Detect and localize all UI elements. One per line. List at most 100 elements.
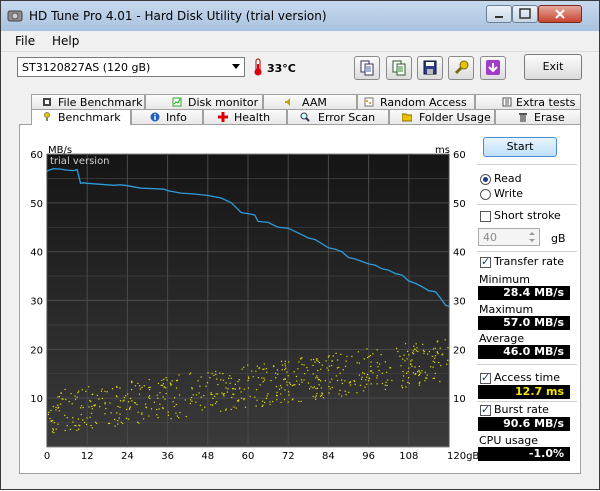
access-time-point xyxy=(231,388,234,390)
access-time-point xyxy=(74,395,76,397)
access-time-point xyxy=(78,390,80,392)
access-time-point xyxy=(327,369,329,371)
access-time-point xyxy=(444,339,446,341)
transfer-rate-checkbox[interactable] xyxy=(480,255,491,268)
access-time-point xyxy=(117,423,119,425)
access-time-point xyxy=(415,343,417,345)
access-time-point xyxy=(110,412,112,414)
access-time-point xyxy=(131,381,133,384)
access-time-point xyxy=(427,353,429,355)
access-time-point xyxy=(80,413,82,416)
access-time-point xyxy=(269,403,271,406)
access-time-point xyxy=(95,421,97,423)
write-radio[interactable] xyxy=(480,189,491,200)
access-time-point xyxy=(141,386,143,389)
access-time-point xyxy=(95,422,98,425)
access-time-point xyxy=(160,384,162,386)
access-time-point xyxy=(321,364,323,366)
start-button[interactable]: Start xyxy=(483,137,557,157)
access-time-point xyxy=(402,380,404,382)
access-time-point xyxy=(209,377,211,379)
access-time-point xyxy=(52,429,54,431)
access-time-point xyxy=(139,388,141,390)
access-time-point xyxy=(338,393,340,395)
access-time-point xyxy=(91,408,93,410)
access-time-point xyxy=(316,387,319,389)
access-time-point xyxy=(216,378,218,380)
access-time-point xyxy=(276,399,278,401)
access-time-point xyxy=(90,424,92,427)
read-radio[interactable] xyxy=(480,174,491,185)
access-time-point xyxy=(81,405,83,407)
access-time-point xyxy=(104,402,106,404)
access-time-point xyxy=(328,392,330,394)
access-time-point xyxy=(249,395,251,397)
maximum-value: 57.0 MB/s xyxy=(478,316,570,330)
access-time-point xyxy=(331,378,333,380)
access-time-point xyxy=(320,380,322,382)
access-time-checkbox[interactable] xyxy=(480,371,491,384)
access-time-point xyxy=(376,377,378,379)
access-time-point xyxy=(315,377,317,379)
access-time-point xyxy=(370,365,372,368)
access-time-point xyxy=(119,387,121,389)
access-time-point xyxy=(288,361,290,363)
x-tick-label: 72 xyxy=(282,451,295,462)
access-time-point xyxy=(217,383,219,386)
access-time-point xyxy=(211,372,213,374)
short-stroke-checkbox[interactable] xyxy=(480,211,491,222)
access-time-point xyxy=(195,394,198,396)
short-stroke-input[interactable]: 40 xyxy=(478,228,540,246)
access-time-point xyxy=(189,399,192,401)
access-time-point xyxy=(215,393,217,395)
y-tick-label-right: 30 xyxy=(453,297,466,308)
access-time-point xyxy=(295,375,298,378)
access-time-point xyxy=(120,421,122,423)
access-time-point xyxy=(163,386,165,388)
access-time-point xyxy=(240,397,243,399)
access-time-point xyxy=(310,386,312,388)
access-time-point xyxy=(96,394,98,397)
access-time-point xyxy=(217,393,219,395)
access-time-point xyxy=(184,399,186,401)
access-time-point xyxy=(416,347,418,349)
access-time-point xyxy=(275,372,277,374)
tab-benchmark[interactable]: Benchmark xyxy=(31,109,131,125)
access-time-point xyxy=(270,379,272,382)
access-time-point xyxy=(77,392,79,394)
access-time-point xyxy=(175,403,177,406)
access-time-point xyxy=(211,404,214,406)
access-time-point xyxy=(119,400,122,402)
access-time-point xyxy=(285,367,287,369)
access-time-point xyxy=(123,396,125,399)
access-time-point xyxy=(346,355,348,358)
access-time-point xyxy=(275,377,277,379)
access-time-point xyxy=(214,402,217,404)
access-time-point xyxy=(317,377,319,379)
access-time-point xyxy=(293,384,295,386)
access-time-point xyxy=(240,391,242,393)
access-time-point xyxy=(357,351,359,353)
access-time-point xyxy=(64,429,66,432)
access-time-point xyxy=(104,413,106,415)
access-time-point xyxy=(431,355,433,358)
access-time-point xyxy=(328,365,331,367)
access-time-point xyxy=(313,386,315,388)
access-time-point xyxy=(79,407,82,409)
access-time-point xyxy=(239,387,241,389)
access-time-point xyxy=(418,382,420,384)
access-time-point xyxy=(329,381,331,383)
access-time-point xyxy=(74,398,77,400)
access-time-point xyxy=(100,390,103,392)
access-time-point xyxy=(276,391,278,394)
access-time-point xyxy=(86,417,88,419)
access-time-point xyxy=(72,417,74,419)
access-time-point xyxy=(261,377,263,379)
access-time-point xyxy=(272,400,274,403)
x-tick-label: 36 xyxy=(161,451,174,462)
burst-rate-value: 90.6 MB/s xyxy=(478,417,570,431)
burst-rate-checkbox[interactable] xyxy=(480,403,491,416)
access-time-point xyxy=(312,364,314,367)
access-time-point xyxy=(288,394,290,396)
access-time-point xyxy=(400,365,402,367)
